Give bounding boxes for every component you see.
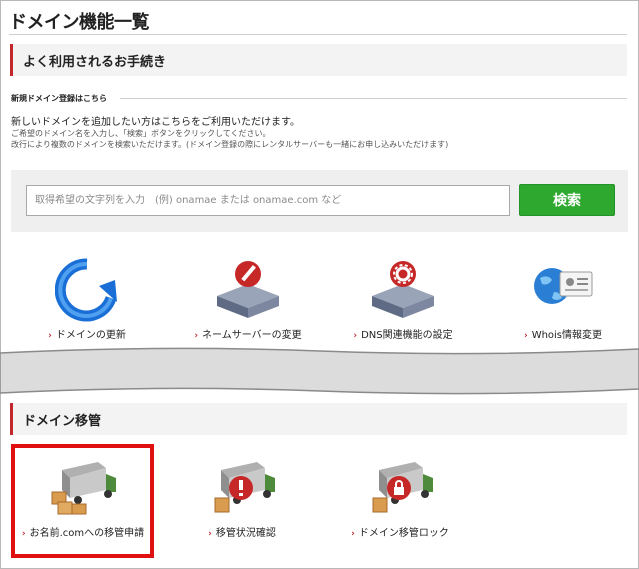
search-button[interactable]: 検索 xyxy=(519,184,615,216)
tile-transfer-lock[interactable]: › ドメイン移管ロック xyxy=(325,456,475,546)
truck-alert-icon xyxy=(214,462,275,513)
tile-transfer-status[interactable]: › 移管状況確認 xyxy=(167,456,317,546)
new-domain-note: ご希望のドメイン名を入力し、「検索」ボタンをクリックしてください。 xyxy=(11,129,271,138)
new-domain-label: 新規ドメイン登録はこちら xyxy=(11,94,107,103)
chevron-right-icon: › xyxy=(351,529,355,539)
tile-label: ネームサーバーの変更 xyxy=(202,330,302,341)
title-divider xyxy=(9,34,627,35)
chevron-right-icon: › xyxy=(21,529,26,539)
chevron-right-icon: › xyxy=(523,331,528,341)
globe-id-card-icon xyxy=(534,268,593,304)
renew-arrow-icon xyxy=(55,258,117,322)
section-header-transfer: ドメイン移管 xyxy=(10,403,627,435)
new-domain-lead: 新しいドメインを追加したい方はこちらをご利用いただけます。 xyxy=(11,117,300,128)
tile-label: 移管状況確認 xyxy=(215,528,276,539)
server-gear-icon xyxy=(372,261,434,318)
sub-divider xyxy=(120,98,627,99)
truck-lock-icon xyxy=(372,462,433,513)
tile-dns-settings[interactable]: › DNS関連機能の設定 xyxy=(328,258,478,348)
section-title: よく利用されるお手続き xyxy=(23,55,167,70)
new-domain-note: 改行により複数のドメインを検索いただけます。(ドメイン登録の際にレンタルサーバー… xyxy=(11,140,449,149)
domain-search-input[interactable] xyxy=(26,185,510,216)
page-title: ドメイン機能一覧 xyxy=(9,12,150,33)
domain-search-box: 検索 xyxy=(11,170,628,232)
chevron-right-icon: › xyxy=(194,331,199,341)
page-cut-separator xyxy=(0,347,639,395)
tile-label: ドメイン移管ロック xyxy=(358,528,449,539)
tile-domain-renewal[interactable]: › ドメインの更新 xyxy=(12,258,162,348)
server-edit-icon xyxy=(217,261,279,318)
truck-boxes-icon xyxy=(51,462,116,515)
tile-transfer-request[interactable]: › お名前.comへの移管申請 xyxy=(8,456,158,546)
section-title: ドメイン移管 xyxy=(23,414,102,429)
tile-label: ドメインの更新 xyxy=(55,330,126,341)
chevron-right-icon: › xyxy=(353,331,358,341)
tile-nameserver-change[interactable]: › ネームサーバーの変更 xyxy=(173,258,323,348)
chevron-right-icon: › xyxy=(48,331,52,341)
tile-whois-change[interactable]: › Whois情報変更 xyxy=(488,258,638,348)
tile-label: DNS関連機能の設定 xyxy=(361,330,453,341)
section-header-frequent: よく利用されるお手続き xyxy=(10,44,627,76)
tile-label: お名前.comへの移管申請 xyxy=(29,528,145,539)
chevron-right-icon: › xyxy=(208,529,212,539)
tile-label: Whois情報変更 xyxy=(531,330,603,341)
